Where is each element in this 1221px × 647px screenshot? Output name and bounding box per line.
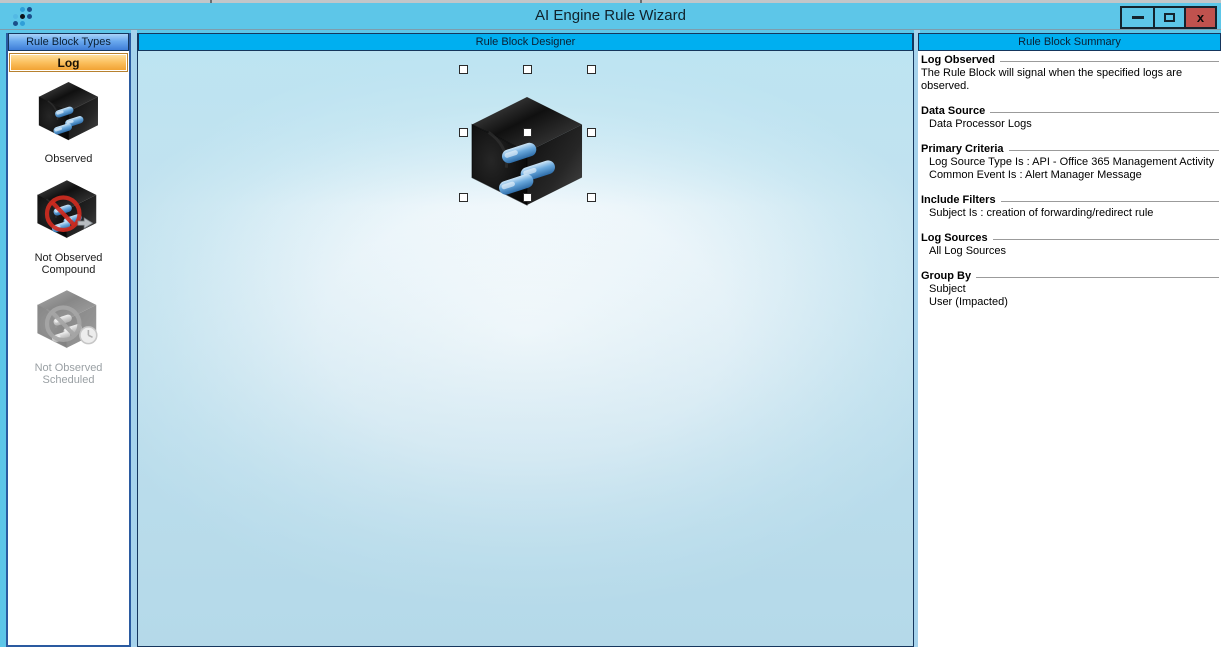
selection-handle-bottom-center[interactable] [523,193,532,202]
maximize-icon [1164,13,1175,22]
rule-block-designer-panel: Rule Block Designer [137,33,914,647]
block-type-observed[interactable]: Observed [8,81,129,165]
selection-handle-top-right[interactable] [587,65,596,74]
block-type-not-observed-compound[interactable]: Not Observed Compound [8,178,129,276]
rule-block-types-panel: Rule Block Types Log Observed Not Observ… [6,33,131,647]
close-button[interactable]: x [1184,8,1215,27]
summary-content: Log Observed The Rule Block will signal … [918,51,1221,309]
rule-block-types-header: Rule Block Types [8,33,129,51]
block-type-label: Not Observed Scheduled [8,362,129,386]
section-divider [993,239,1219,240]
selection-handle-bottom-right[interactable] [587,193,596,202]
summary-section-log-sources: Log Sources All Log Sources [921,232,1219,258]
summary-section-log-observed: Log Observed The Rule Block will signal … [921,54,1219,93]
log-observed-rule-block[interactable] [468,95,586,207]
rule-block-designer-header: Rule Block Designer [138,33,913,51]
section-title: Include Filters [921,194,996,207]
rule-block-summary-panel: Rule Block Summary Log Observed The Rule… [918,33,1221,647]
window-controls: x [1120,6,1217,29]
section-title: Data Source [921,105,985,118]
section-divider [1001,201,1219,202]
log-category-button[interactable]: Log [9,53,128,72]
section-title: Log Observed [921,54,995,67]
section-divider [990,112,1219,113]
selection-handle-top-center[interactable] [523,65,532,74]
selection-handle-middle-right[interactable] [587,128,596,137]
section-line: Log Source Type Is : API - Office 365 Ma… [921,156,1219,169]
section-line: Common Event Is : Alert Manager Message [921,169,1219,182]
block-type-not-observed-scheduled: Not Observed Scheduled [8,288,129,386]
section-line: All Log Sources [921,245,1219,258]
block-type-label: Observed [8,153,129,165]
section-title: Group By [921,270,971,283]
section-divider [1000,61,1219,62]
window-title: AI Engine Rule Wizard [0,7,1221,24]
log-not-observed-compound-cube-icon [8,178,129,245]
section-line: User (Impacted) [921,296,1219,309]
summary-section-include-filters: Include Filters Subject Is : creation of… [921,194,1219,220]
summary-section-group-by: Group By Subject User (Impacted) [921,270,1219,309]
section-line: Subject [921,283,1219,296]
section-title: Primary Criteria [921,143,1004,156]
selection-handle-center[interactable] [523,128,532,137]
title-bar: AI Engine Rule Wizard x [0,3,1221,30]
selection-handle-top-left[interactable] [459,65,468,74]
section-divider [976,277,1219,278]
rule-block-summary-header: Rule Block Summary [918,33,1221,51]
maximize-button[interactable] [1153,8,1184,27]
block-type-label: Not Observed Compound [8,252,129,276]
log-observed-cube-icon [8,81,129,146]
summary-section-primary-criteria: Primary Criteria Log Source Type Is : AP… [921,143,1219,182]
minimize-icon [1132,16,1144,19]
section-line: Data Processor Logs [921,118,1219,131]
selection-handle-middle-left[interactable] [459,128,468,137]
section-divider [1009,150,1219,151]
section-line: The Rule Block will signal when the spec… [921,67,1219,93]
designer-canvas[interactable] [138,51,913,646]
log-not-observed-scheduled-cube-icon [8,288,129,355]
section-title: Log Sources [921,232,988,245]
selection-handle-bottom-left[interactable] [459,193,468,202]
minimize-button[interactable] [1122,8,1153,27]
section-line: Subject Is : creation of forwarding/redi… [921,207,1219,220]
summary-section-data-source: Data Source Data Processor Logs [921,105,1219,131]
